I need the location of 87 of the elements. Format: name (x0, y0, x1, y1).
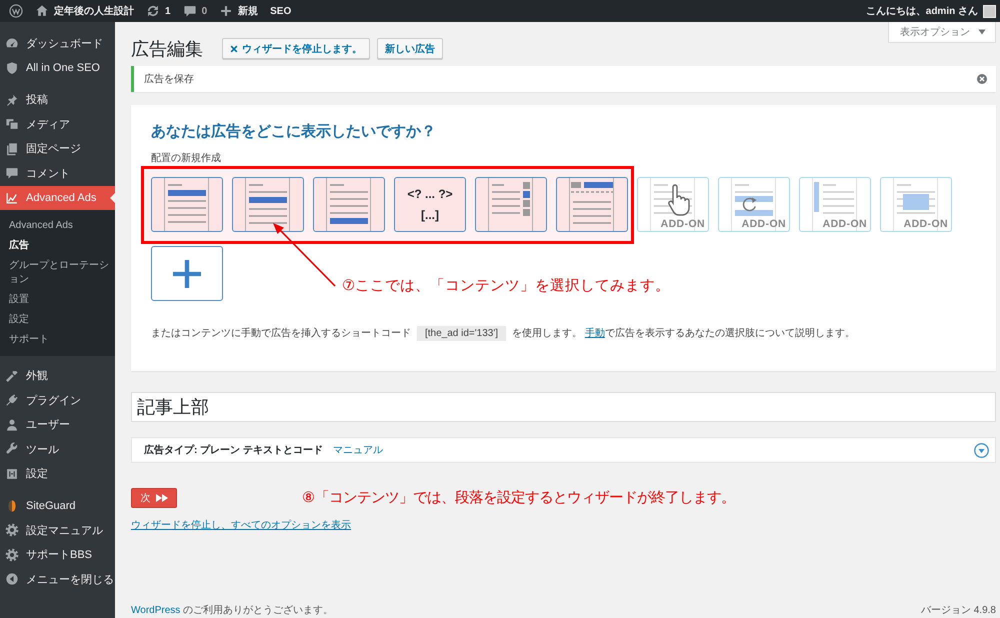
manual-docs-link[interactable]: マニュアル (332, 443, 383, 457)
speech-bubble-icon (5, 166, 19, 180)
page-header-strip-icon (571, 182, 613, 226)
menu-item[interactable]: メニューを閉じる (0, 567, 115, 592)
ad-title-field[interactable]: 記事上部 (131, 392, 996, 422)
shortcode-snippet: [the_ad id='133'] (417, 326, 506, 341)
new-ad-button[interactable]: 新しい広告 (377, 38, 443, 59)
shortcode-help-text: またはコンテンツに手動で広告を挿入するショートコード [the_ad id='133'] を使用します。 手動で広告を表示するあなたの選択肢について説明します。 (151, 326, 856, 342)
home-icon (35, 4, 49, 18)
annotation-arrow (270, 220, 338, 288)
notice-text: 広告を保存 (144, 72, 194, 86)
page-hand-pointer-icon (652, 182, 694, 218)
page-middle-block-icon (247, 182, 289, 226)
stop-wizard-link[interactable]: ウィザードを停止し、すべてのオプションを表示 (131, 520, 351, 532)
seo-link[interactable]: SEO (264, 0, 298, 22)
collapse-arrow-icon (5, 572, 19, 586)
submenu-item[interactable]: 設置 (0, 290, 115, 310)
fast-forward-icon (156, 494, 168, 502)
page-top-block-icon (166, 182, 208, 226)
plus-icon (219, 4, 234, 18)
comments-link[interactable]: 0 (176, 0, 214, 22)
menu-item[interactable]: メディア (0, 112, 115, 136)
dismiss-icon[interactable] (977, 74, 987, 84)
menu-item[interactable]: 外観 (0, 364, 115, 388)
screen-options-button[interactable]: 表示オプション (888, 22, 996, 43)
brush-icon (5, 368, 19, 383)
shield-icon (5, 60, 19, 75)
placement-button[interactable] (475, 177, 547, 232)
footer-thanks-text: WordPress のご利用ありがとうございます。 (131, 605, 334, 617)
submenu-item[interactable]: 設定 (0, 310, 115, 330)
gear-icon (5, 523, 19, 538)
refresh-icon (146, 4, 160, 18)
media-icon (5, 117, 19, 132)
menu-item[interactable]: ユーザー (0, 412, 115, 437)
page-bottom-block-icon (328, 182, 370, 226)
wrench-icon (5, 442, 19, 456)
annotation-text: ⑧「コンテンツ」では、段落を設定するとウィザードが終了します。 (302, 489, 735, 507)
annotation-text: ⑦ここでは、「コンテンツ」を選択してみます。 (342, 277, 670, 295)
placement-button[interactable] (556, 177, 628, 232)
menu-item[interactable]: コメント (0, 161, 115, 186)
menu-item[interactable]: Advanced Ads (0, 186, 115, 210)
submenu-item[interactable]: グループとローテーション (0, 256, 115, 290)
version-text: バージョン 4.9.8 (920, 605, 996, 617)
person-icon (5, 418, 19, 432)
pages-icon (5, 142, 19, 156)
add-placement-button[interactable] (151, 246, 223, 301)
new-content-link[interactable]: 新規 (213, 0, 264, 22)
placement-button[interactable] (232, 177, 304, 232)
sliders-icon (5, 466, 19, 481)
page-title: 広告編集 (131, 38, 203, 58)
menu-item[interactable]: 固定ページ (0, 136, 115, 161)
placement-label: 配置の新規作成 (151, 152, 222, 166)
manual-help-link[interactable]: 手動 (584, 328, 605, 339)
pin-icon (5, 92, 19, 107)
menu-item[interactable]: 設定 (0, 462, 115, 486)
gear-icon (5, 548, 19, 562)
menu-item[interactable]: ツール (0, 437, 115, 462)
greeting-link[interactable]: こんにちは、admin さん (860, 0, 1000, 22)
menu-item[interactable]: 投稿 (0, 88, 115, 112)
menu-item[interactable]: ダッシュボード (0, 31, 115, 56)
placement-button[interactable]: <? ... ?> [...] (394, 177, 466, 232)
menu-item[interactable]: All in One SEO (0, 56, 115, 80)
submenu-item[interactable]: 広告 (0, 236, 115, 256)
ad-type-label: 広告タイプ: プレーン テキストとコード (144, 443, 323, 457)
page-rotate-icon (733, 182, 775, 218)
site-name-link[interactable]: 定年後の人生設計 (29, 0, 140, 22)
menu-item[interactable]: SiteGuard (0, 494, 115, 518)
plug-icon (5, 393, 19, 408)
avatar-placeholder (983, 4, 996, 18)
logo-icon (9, 4, 23, 18)
chart-icon (5, 190, 19, 205)
toggle-icon[interactable] (974, 442, 989, 458)
plus-icon (173, 260, 201, 288)
wizard-heading: あなたは広告をどこに表示したいですか？ (151, 122, 437, 142)
wordpress-link[interactable]: WordPress (131, 605, 180, 616)
menu-item[interactable]: プラグイン (0, 388, 115, 412)
menu-item[interactable]: 設定マニュアル (0, 518, 115, 542)
updates-link[interactable]: 1 (140, 0, 177, 22)
close-icon (230, 44, 238, 52)
next-button[interactable]: 次 (131, 488, 177, 508)
placement-button[interactable] (151, 177, 223, 232)
stop-wizard-button[interactable]: ウィザードを停止します。 (222, 38, 370, 59)
submenu-item[interactable]: Advanced Ads (0, 216, 115, 236)
placement-button[interactable] (313, 177, 385, 232)
submenu-item[interactable]: サポート (0, 330, 115, 350)
speech-bubble-icon (182, 4, 197, 18)
menu-item[interactable]: サポートBBS (0, 542, 115, 567)
